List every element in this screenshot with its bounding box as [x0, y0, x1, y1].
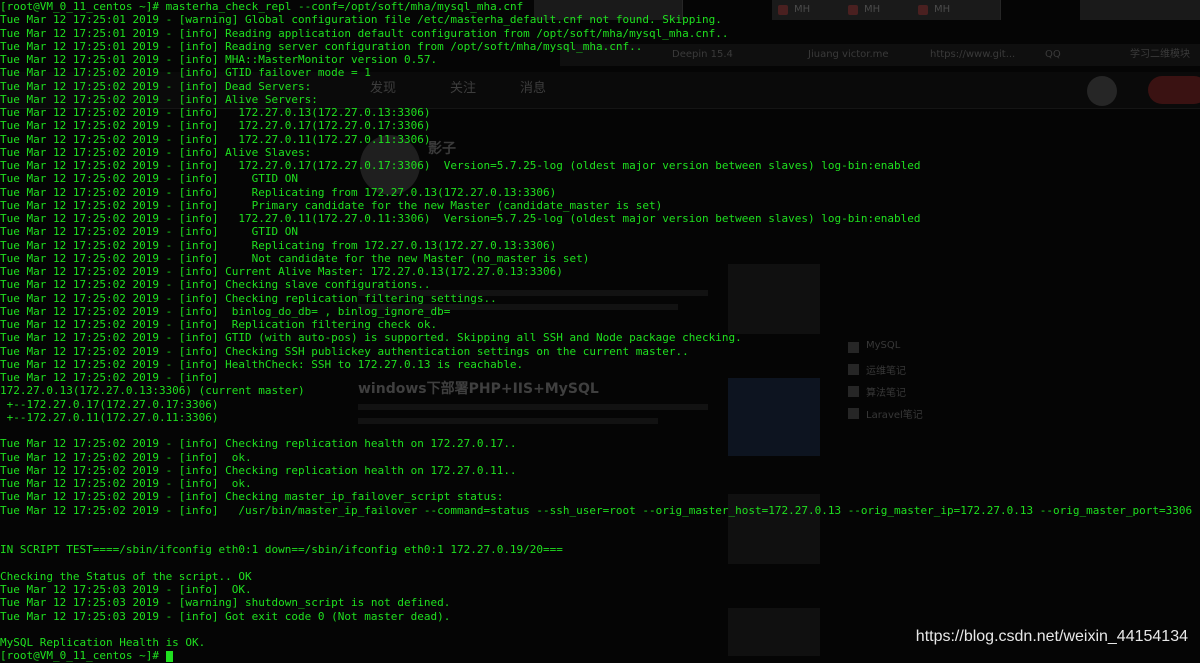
terminal-cursor	[165, 650, 173, 662]
terminal-output-line: Tue Mar 12 17:25:03 2019 - [warning] shu…	[0, 596, 451, 610]
shell-command: masterha_check_repl --conf=/opt/soft/mha…	[165, 0, 524, 13]
terminal-prompt-line: [root@VM_0_11_centos ~]# masterha_check_…	[0, 0, 1192, 13]
terminal-output-line: Tue Mar 12 17:25:01 2019 - [warning] Glo…	[0, 13, 722, 27]
terminal-output-line: Tue Mar 12 17:25:02 2019 - [info] 172.27…	[0, 212, 921, 225]
terminal-output-line: Tue Mar 12 17:25:02 2019 - [info] Checki…	[0, 291, 497, 305]
terminal-output-line: Tue Mar 12 17:25:02 2019 - [info] Primar…	[0, 198, 663, 212]
terminal-output-line: Tue Mar 12 17:25:01 2019 - [info] MHA::M…	[0, 53, 438, 66]
terminal-output-line: Tue Mar 12 17:25:01 2019 - [info] Readin…	[0, 39, 643, 53]
terminal-output-line: Tue Mar 12 17:25:02 2019 - [info] Replic…	[0, 185, 557, 199]
terminal-output-line: Tue Mar 12 17:25:02 2019 - [info] Checki…	[0, 344, 689, 358]
terminal-output: Tue Mar 12 17:25:01 2019 - [warning] Glo…	[0, 13, 1192, 662]
terminal-output-line: Checking the Status of the script.. OK	[0, 569, 252, 583]
watermark: https://blog.csdn.net/weixin_44154134	[915, 628, 1188, 645]
terminal-output-line: Tue Mar 12 17:25:02 2019 - [info] Replic…	[0, 318, 438, 331]
shell-prompt: [root@VM_0_11_centos ~]#	[0, 0, 166, 13]
terminal-output-line: Tue Mar 12 17:25:02 2019 - [info] Alive …	[0, 92, 318, 106]
terminal-output-line: Tue Mar 12 17:25:02 2019 - [info] GTID O…	[0, 225, 299, 239]
terminal-window[interactable]: [root@VM_0_11_centos ~]# masterha_check_…	[0, 0, 1192, 663]
terminal-output-line: Tue Mar 12 17:25:02 2019 - [info] GTID (…	[0, 331, 742, 345]
terminal-output-line: +--172.27.0.17(172.27.0.17:3306)	[0, 397, 219, 411]
terminal-output-line: Tue Mar 12 17:25:02 2019 - [info] 172.27…	[0, 119, 431, 133]
terminal-output-line: Tue Mar 12 17:25:02 2019 - [info] Health…	[0, 357, 524, 371]
terminal-output-line: Tue Mar 12 17:25:02 2019 - [info] Checki…	[0, 463, 517, 477]
terminal-output-line: Tue Mar 12 17:25:03 2019 - [info] Got ex…	[0, 609, 451, 623]
terminal-output-line: Tue Mar 12 17:25:02 2019 - [info] 172.27…	[0, 106, 431, 119]
terminal-output-line: Tue Mar 12 17:25:02 2019 - [info] Replic…	[0, 238, 557, 252]
terminal-output-line: Tue Mar 12 17:25:02 2019 - [info] binlog…	[0, 304, 451, 318]
terminal-output-line: Tue Mar 12 17:25:02 2019 - [info] Checki…	[0, 278, 431, 292]
terminal-output-line: Tue Mar 12 17:25:02 2019 - [info] Not ca…	[0, 251, 590, 265]
terminal-output-line: IN SCRIPT TEST====/sbin/ifconfig eth0:1 …	[0, 543, 563, 557]
terminal-output-line: Tue Mar 12 17:25:02 2019 - [info] Checki…	[0, 490, 504, 504]
terminal-output-line: +--172.27.0.11(172.27.0.11:3306)	[0, 410, 219, 424]
terminal-output-line: Tue Mar 12 17:25:02 2019 - [info] /usr/b…	[0, 503, 1193, 517]
terminal-output-line: Tue Mar 12 17:25:02 2019 - [info] ok.	[0, 477, 252, 490]
terminal-output-line: 172.27.0.13(172.27.0.13:3306) (current m…	[0, 384, 305, 398]
terminal-output-line: Tue Mar 12 17:25:02 2019 - [info] Checki…	[0, 437, 517, 451]
terminal-output-line: Tue Mar 12 17:25:02 2019 - [info] Dead S…	[0, 79, 312, 93]
terminal-output-line: Tue Mar 12 17:25:03 2019 - [info] OK.	[0, 583, 252, 596]
terminal-output-line: Tue Mar 12 17:25:02 2019 - [info] Alive …	[0, 145, 312, 159]
terminal-output-line: Tue Mar 12 17:25:02 2019 - [info] GTID O…	[0, 172, 299, 186]
terminal-output-line: Tue Mar 12 17:25:02 2019 - [info] 172.27…	[0, 159, 921, 172]
terminal-output-line: Tue Mar 12 17:25:02 2019 - [info] 172.27…	[0, 132, 431, 146]
terminal-output-line: Tue Mar 12 17:25:02 2019 - [info] ok.	[0, 450, 252, 464]
terminal-output-line: Tue Mar 12 17:25:02 2019 - [info] GTID f…	[0, 66, 371, 80]
terminal-output-line: Tue Mar 12 17:25:01 2019 - [info] Readin…	[0, 26, 729, 40]
terminal-output-line: Tue Mar 12 17:25:02 2019 - [info]	[0, 371, 219, 384]
terminal-output-line: Tue Mar 12 17:25:02 2019 - [info] Curren…	[0, 265, 563, 278]
